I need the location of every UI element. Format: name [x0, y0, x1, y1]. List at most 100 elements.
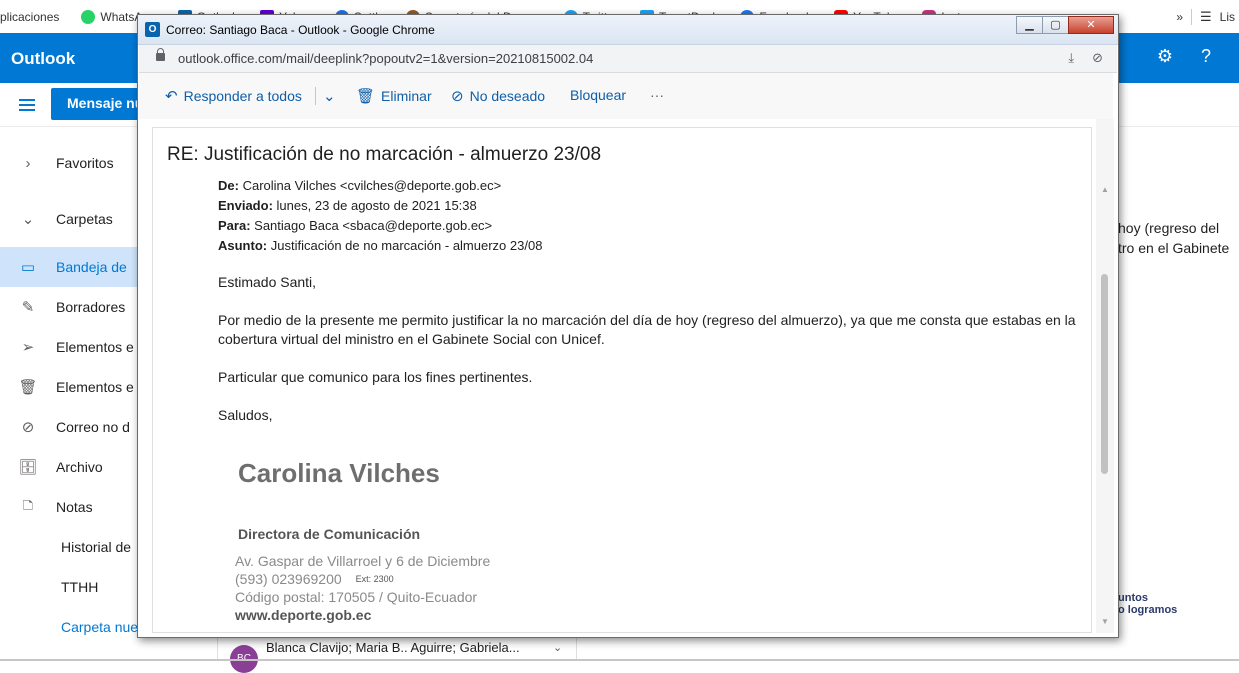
- bookmark-apps[interactable]: plicaciones: [0, 10, 59, 24]
- nav-deleted[interactable]: 🗑 Elementos e: [0, 367, 150, 407]
- chevron-down-icon: ⌄: [323, 88, 336, 105]
- url-text[interactable]: outlook.office.com/mail/deeplink?popoutv…: [178, 51, 593, 66]
- message-toolbar: ↶ Responder a todos ⌄ 🗑 Eliminar ⊘ No de…: [139, 73, 1113, 119]
- nav-new-folder[interactable]: Carpeta nue: [0, 607, 150, 647]
- signature-name: Carolina Vilches: [238, 458, 440, 488]
- button-label: Eliminar: [381, 88, 432, 104]
- bookmarks-overflow-button[interactable]: »: [1176, 10, 1183, 24]
- block-icon: ⊘: [21, 419, 35, 436]
- pencil-icon: ✎: [21, 299, 35, 316]
- block-icon: ⊘: [451, 88, 464, 105]
- divider: [1191, 8, 1192, 25]
- header-label: Asunto:: [218, 238, 268, 253]
- header-subject: Justificación de no marcación - almuerzo…: [270, 238, 543, 253]
- background-logo-text: untos o logramos: [1118, 592, 1177, 616]
- header-to: Santiago Baca <sbaca@deporte.gob.ec>: [254, 218, 493, 233]
- minimize-button[interactable]: ▁: [1016, 16, 1043, 34]
- nav-archive[interactable]: 🗄 Archivo: [0, 447, 150, 487]
- header-label: De:: [218, 178, 239, 193]
- trash-icon: 🗑: [18, 379, 38, 396]
- nav-label: Carpeta nue: [61, 619, 139, 635]
- signature-details: Av. Gaspar de Villarroel y 6 de Diciembr…: [235, 552, 490, 624]
- header-sent: lunes, 23 de agosto de 2021 15:38: [276, 198, 477, 213]
- window-title: Correo: Santiago Baca - Outlook - Google…: [166, 23, 435, 37]
- quoted-headers: De: Carolina Vilches <cvilches@deporte.g…: [218, 176, 542, 256]
- nav-label: Historial de: [61, 539, 132, 555]
- whatsapp-icon: [81, 9, 96, 24]
- nav-history[interactable]: Historial de: [0, 527, 150, 567]
- nav-label: TTHH: [61, 579, 99, 595]
- block-button[interactable]: Bloquear: [570, 87, 626, 103]
- divider: [315, 87, 316, 105]
- text-line: o logramos: [1118, 604, 1178, 616]
- nav-tthh[interactable]: TTHH: [0, 567, 150, 607]
- chevron-down-icon: ⌄: [21, 211, 35, 228]
- body-paragraph: Por medio de la presente me permito just…: [218, 312, 1076, 347]
- scroll-up-arrow-icon[interactable]: ▲: [1101, 185, 1109, 194]
- nav-drafts[interactable]: ✎ Borradores: [0, 287, 150, 327]
- note-icon: 🗅: [22, 496, 34, 514]
- nav-favorites[interactable]: › Favoritos: [0, 135, 150, 191]
- text-line: tro en el Gabinete: [1118, 240, 1230, 256]
- signature-ext: Ext: 2300: [355, 574, 394, 584]
- folder-nav: › Favoritos ⌄ Carpetas ▭ Bandeja de ✎ Borrad…: [0, 135, 150, 647]
- maximize-button[interactable]: ▢: [1042, 16, 1069, 34]
- nav-folders[interactable]: ⌄ Carpetas: [0, 191, 150, 247]
- close-button[interactable]: ✕: [1068, 16, 1114, 34]
- scroll-down-arrow-icon[interactable]: ▼: [1101, 617, 1109, 626]
- message-reading-pane: RE: Justificación de no marcación - almu…: [152, 127, 1092, 633]
- chevron-down-icon[interactable]: ⌄: [553, 641, 562, 654]
- nav-junk[interactable]: ⊘ Correo no d: [0, 407, 150, 447]
- thread-recipients: Blanca Clavijo; Maria B.. Aguirre; Gabri…: [266, 640, 520, 655]
- body-paragraph: Particular que comunico para los fines p…: [218, 369, 533, 385]
- signature-role: Directora de Comunicación: [238, 526, 421, 542]
- lock-icon[interactable]: [156, 48, 165, 61]
- signature-address: Av. Gaspar de Villarroel y 6 de Diciembr…: [235, 553, 491, 569]
- nav-label: Carpetas: [56, 211, 113, 227]
- trash-icon: 🗑: [356, 88, 376, 105]
- chevron-right-icon: ›: [25, 154, 31, 172]
- help-icon[interactable]: ?: [1201, 46, 1211, 67]
- message-subject: RE: Justificación de no marcación - almu…: [167, 144, 602, 165]
- signature-website[interactable]: www.deporte.gob.ec: [235, 606, 490, 624]
- vertical-scrollbar[interactable]: ▲ ▼: [1096, 119, 1114, 633]
- signature-phone: (593) 023969200: [235, 571, 342, 587]
- nav-label: Borradores: [56, 299, 126, 315]
- thread-item[interactable]: BC Blanca Clavijo; Maria B.. Aguirre; Ga…: [217, 636, 577, 673]
- button-label: Bloquear: [570, 87, 627, 103]
- reply-all-button[interactable]: ↶ Responder a todos: [165, 87, 302, 105]
- header-label: Enviado:: [218, 198, 273, 213]
- eye-slash-icon[interactable]: ⊘: [1092, 50, 1103, 66]
- nav-label: Archivo: [56, 459, 103, 475]
- send-icon: ➢: [21, 339, 35, 356]
- scrollbar-thumb[interactable]: [1101, 274, 1108, 474]
- reading-list-icon[interactable]: ☰: [1200, 9, 1212, 25]
- nav-inbox[interactable]: ▭ Bandeja de: [0, 247, 150, 287]
- install-app-icon[interactable]: ⤓: [1068, 50, 1074, 66]
- junk-button[interactable]: ⊘ No deseado: [451, 87, 545, 105]
- archive-icon: 🗄: [18, 459, 38, 476]
- address-bar[interactable]: outlook.office.com/mail/deeplink?popoutv…: [139, 45, 1117, 73]
- nav-label: Notas: [56, 499, 93, 515]
- nav-label: Correo no d: [56, 419, 130, 435]
- outlook-app-icon: O: [145, 22, 160, 37]
- outlook-brand[interactable]: Outlook: [11, 49, 75, 69]
- delete-button[interactable]: 🗑 Eliminar: [356, 87, 432, 105]
- popup-window: O Correo: Santiago Baca - Outlook - Goog…: [137, 14, 1119, 638]
- header-label: Para:: [218, 218, 251, 233]
- background-reading-pane-text: hoy (regreso del tro en el Gabinete: [1118, 218, 1229, 258]
- text-line: untos: [1118, 592, 1148, 604]
- body-greeting: Estimado Santi,: [218, 274, 317, 290]
- nav-sent[interactable]: ➢ Elementos e: [0, 327, 150, 367]
- hamburger-menu-icon[interactable]: [19, 99, 35, 111]
- text-line: hoy (regreso del: [1118, 220, 1220, 236]
- nav-notes[interactable]: 🗅 Notas: [0, 487, 150, 527]
- header-from: Carolina Vilches <cvilches@deporte.gob.e…: [242, 178, 502, 193]
- reply-options-dropdown[interactable]: ⌄: [323, 87, 336, 105]
- settings-gear-icon[interactable]: ⚙: [1157, 46, 1173, 67]
- window-titlebar[interactable]: O Correo: Santiago Baca - Outlook - Goog…: [138, 15, 1118, 45]
- signature-postal: Código postal: 170505 / Quito-Ecuador: [235, 589, 478, 605]
- more-options-button[interactable]: ···: [650, 87, 664, 103]
- nav-label: Bandeja de: [56, 259, 127, 275]
- reading-list-label[interactable]: Lis: [1220, 10, 1235, 24]
